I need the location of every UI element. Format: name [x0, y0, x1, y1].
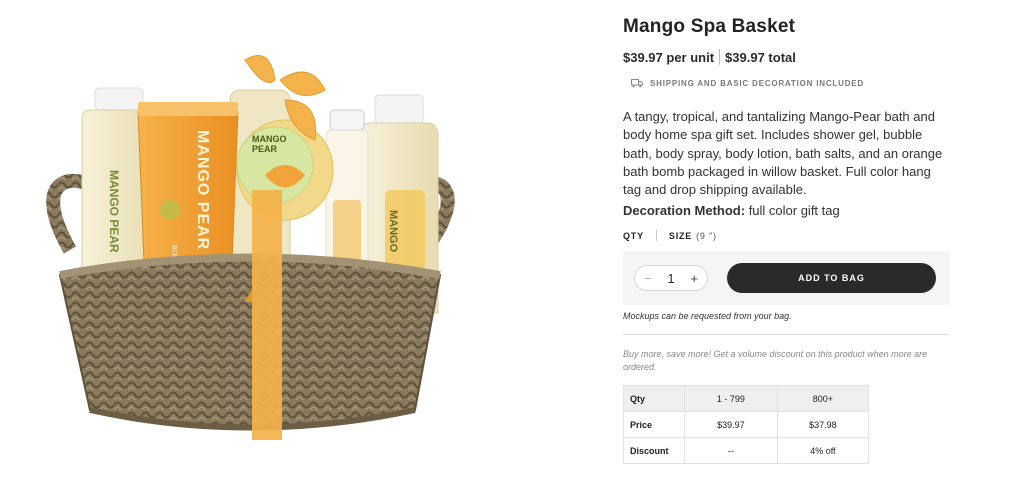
qty-label: QTY	[623, 230, 644, 241]
divider	[623, 334, 950, 336]
price-row: $39.97 per unit $39.97 total	[623, 49, 953, 65]
add-to-bag-button[interactable]: ADD TO BAG	[727, 263, 936, 294]
quantity-stepper[interactable]: − 1 +	[634, 265, 708, 292]
table-cell: $37.98	[776, 411, 870, 439]
decoration-label: Decoration Method:	[623, 203, 746, 219]
table-cell: $39.97	[684, 411, 778, 439]
price-per-unit: $39.97 per unit	[623, 49, 715, 65]
tube-label: MANGO PEAR	[194, 130, 211, 250]
table-cell: 800+	[776, 385, 870, 413]
product-details: Mango Spa Basket $39.97 per unit $39.97 …	[623, 16, 953, 465]
decoration-method: Decoration Method: full color gift tag	[623, 203, 953, 218]
volume-discount-note: Buy more, save more! Get a volume discou…	[623, 349, 928, 372]
price-total: $39.97 total	[725, 49, 796, 65]
table-row: Discount -- 4% off	[623, 437, 870, 465]
table-cell: --	[684, 437, 778, 465]
product-description: A tangy, tropical, and tantalizing Mango…	[623, 109, 943, 198]
truck-icon	[631, 79, 643, 88]
price-divider	[719, 49, 721, 65]
product-image: MANGO PEAR MANGO MANGO PEAR BODY LOTION …	[30, 40, 470, 460]
volume-pricing-table: Qty 1 - 799 800+ Price $39.97 $37.98 Dis…	[623, 385, 870, 465]
table-cell: Price	[623, 411, 685, 439]
gift-basket-illustration: MANGO PEAR MANGO MANGO PEAR BODY LOTION …	[46, 55, 455, 440]
size-value[interactable]: (9 ")	[696, 231, 717, 241]
bottle-right-label: MANGO	[387, 210, 399, 253]
increment-button[interactable]: +	[690, 271, 698, 286]
size-label[interactable]: SIZE	[669, 231, 692, 241]
decoration-value: full color gift tag	[748, 203, 840, 219]
table-cell: Discount	[623, 437, 685, 465]
table-cell: 4% off	[776, 437, 870, 465]
tag-label-mango: MANGO	[252, 134, 287, 144]
shipping-note-text: SHIPPING AND BASIC DECORATION INCLUDED	[650, 79, 864, 88]
shipping-note: SHIPPING AND BASIC DECORATION INCLUDED	[631, 79, 953, 88]
table-cell: Qty	[623, 385, 685, 413]
mockups-note: Mockups can be requested from your bag.	[623, 311, 792, 322]
bottle-left-label: MANGO PEAR	[107, 170, 121, 253]
table-row: Price $39.97 $37.98	[623, 411, 870, 439]
option-divider	[655, 230, 657, 242]
quantity-value[interactable]: 1	[667, 271, 674, 286]
product-title: Mango Spa Basket	[623, 16, 796, 37]
table-row: Qty 1 - 799 800+	[623, 385, 870, 413]
table-cell: 1 - 799	[684, 385, 778, 413]
decrement-button[interactable]: −	[644, 271, 652, 286]
option-labels: QTY SIZE (9 ")	[623, 230, 953, 242]
buy-box: − 1 + ADD TO BAG	[623, 251, 950, 306]
tag-label-pear: PEAR	[252, 144, 278, 154]
